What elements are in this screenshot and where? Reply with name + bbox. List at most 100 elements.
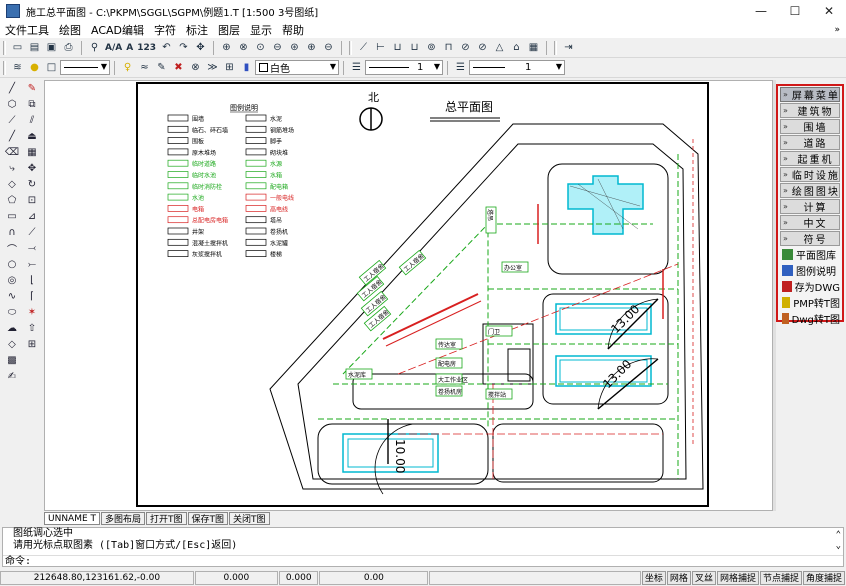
edit-note-icon[interactable]: ✍ bbox=[2, 368, 22, 384]
circle-icon[interactable]: ○ bbox=[2, 256, 22, 272]
menu-dimension[interactable]: 标注 bbox=[181, 22, 213, 38]
ellipse-icon[interactable]: ⬭ bbox=[2, 304, 22, 320]
coord-toggle-button[interactable]: 坐标 bbox=[641, 570, 666, 585]
tab-open[interactable]: 打开T图 bbox=[146, 512, 187, 525]
text-style-icon[interactable]: A/A bbox=[104, 40, 123, 55]
zoom-in-icon[interactable]: ⊕ bbox=[304, 40, 319, 55]
brush-icon[interactable]: ✎ bbox=[154, 60, 169, 75]
grid-icon[interactable]: ▦ bbox=[526, 40, 541, 55]
scale-icon[interactable]: ⊡ bbox=[22, 192, 42, 208]
bulb-icon[interactable]: ♀ bbox=[120, 60, 135, 75]
menu-display[interactable]: 显示 bbox=[245, 22, 277, 38]
triangle-icon[interactable]: △ bbox=[492, 40, 507, 55]
screen-menu-item[interactable]: 存为DWG bbox=[780, 279, 840, 294]
layer-state-icon[interactable]: ≈ bbox=[137, 60, 152, 75]
screen-menu-button[interactable]: » 中文 bbox=[780, 215, 840, 230]
zoom-window-icon[interactable]: ⊕ bbox=[219, 40, 234, 55]
zoom-previous-icon[interactable]: ⊖ bbox=[270, 40, 285, 55]
text-icon[interactable]: A bbox=[125, 40, 134, 55]
drawing-sheet[interactable]: 北 总平面图 图例说明 围墙 临石、碎石墙 围板 原木堆场 临时道路 临时水池 临时消防栓水… bbox=[136, 82, 709, 507]
break-icon[interactable]: ⤙ bbox=[22, 240, 42, 256]
screen-menu-button[interactable]: » 临时设施 bbox=[780, 167, 840, 182]
screen-menu-button[interactable]: » 绘图图块 bbox=[780, 183, 840, 198]
trim-icon[interactable]: ⊿ bbox=[22, 208, 42, 224]
tab-multi-layout[interactable]: 多图布局 bbox=[101, 512, 146, 525]
offset-icon[interactable]: ⇧ bbox=[22, 320, 42, 336]
linetype-icon[interactable]: ☰ bbox=[349, 60, 364, 75]
extend-icon[interactable]: ⟋ bbox=[22, 224, 42, 240]
screen-menu-item[interactable]: PMP转T图 bbox=[780, 295, 840, 310]
erase-icon[interactable]: ⌫ bbox=[2, 144, 22, 160]
grid-snap-button[interactable]: 网格捕捉 bbox=[716, 570, 759, 585]
rectangle-icon[interactable]: ▭ bbox=[2, 208, 22, 224]
array-icon[interactable]: ▦ bbox=[22, 144, 42, 160]
menu-text[interactable]: 字符 bbox=[149, 22, 181, 38]
menu-acad-edit[interactable]: ACAD编辑 bbox=[86, 22, 149, 38]
screen-menu-item[interactable]: Dwg转T图 bbox=[780, 311, 840, 326]
node-snap-button[interactable]: 节点捕捉 bbox=[759, 570, 802, 585]
polygon-icon[interactable]: ⬡ bbox=[2, 96, 22, 112]
hatch-icon[interactable]: ▩ bbox=[2, 352, 22, 368]
tab-close[interactable]: 关闭T图 bbox=[229, 512, 270, 525]
layer-manager-icon[interactable]: ≋ bbox=[10, 60, 25, 75]
color-palette-icon[interactable]: ▮ bbox=[239, 60, 254, 75]
lineweight-select[interactable]: 1 ▼ bbox=[469, 60, 565, 75]
house-icon[interactable]: ⌂ bbox=[509, 40, 524, 55]
screen-menu-item[interactable]: 图例说明 bbox=[780, 263, 840, 278]
layer-delete-icon[interactable]: ✖ bbox=[171, 60, 186, 75]
arc-line-icon[interactable]: ╱ bbox=[2, 128, 22, 144]
layer-merge-icon[interactable]: ≫ bbox=[205, 60, 220, 75]
angle-snap-button[interactable]: 角度捕捉 bbox=[802, 570, 845, 585]
menu-help[interactable]: 帮助 bbox=[277, 22, 309, 38]
chamfer-icon[interactable]: ⌊ bbox=[22, 272, 42, 288]
screen-menu-button[interactable]: » 计算 bbox=[780, 199, 840, 214]
number-icon[interactable]: 123 bbox=[136, 40, 157, 55]
print-icon[interactable]: ⎙ bbox=[61, 40, 76, 55]
dim-linear-icon[interactable]: ⊢ bbox=[373, 40, 388, 55]
redo-icon[interactable]: ↷ bbox=[176, 40, 191, 55]
zoom-out-icon[interactable]: ⊖ bbox=[321, 40, 336, 55]
toolbar-grip[interactable] bbox=[553, 40, 557, 55]
linetype-select[interactable]: 1 ▼ bbox=[365, 60, 443, 75]
point-icon[interactable]: ◇ bbox=[2, 336, 22, 352]
polyline-icon[interactable]: ⟋ bbox=[2, 112, 22, 128]
screen-menu-button[interactable]: » 起重机 bbox=[780, 151, 840, 166]
divide-icon[interactable]: ⤚ bbox=[22, 256, 42, 272]
fillet-icon[interactable]: ⌈ bbox=[22, 288, 42, 304]
undo-icon[interactable]: ↶ bbox=[159, 40, 174, 55]
exit-icon[interactable]: ⇥ bbox=[561, 40, 576, 55]
lineweight-icon[interactable]: ☰ bbox=[453, 60, 468, 75]
no-entry-icon[interactable]: ⊘ bbox=[475, 40, 490, 55]
dim-angle-icon[interactable]: ⊓ bbox=[441, 40, 456, 55]
cloud-icon[interactable]: ☁ bbox=[2, 320, 22, 336]
crosshair-toggle-button[interactable]: 叉丝 bbox=[691, 570, 716, 585]
close-button[interactable]: ✕ bbox=[812, 0, 846, 22]
open-folder-icon[interactable]: ▤ bbox=[27, 40, 42, 55]
screen-menu-item[interactable]: 平面图库 bbox=[780, 247, 840, 262]
tab-unname[interactable]: UNNAME T bbox=[44, 512, 101, 525]
line-style-select[interactable]: ▼ bbox=[60, 60, 110, 75]
save-icon[interactable]: ▣ bbox=[44, 40, 59, 55]
mirror-icon[interactable]: ⫽ bbox=[22, 112, 42, 128]
tab-save[interactable]: 保存T图 bbox=[187, 512, 229, 525]
stretch-icon[interactable]: ⏏ bbox=[22, 128, 42, 144]
screen-menu-header[interactable]: » 屏幕菜单 bbox=[780, 87, 840, 102]
diamond-icon[interactable]: ◇ bbox=[2, 176, 22, 192]
new-file-icon[interactable]: ▭ bbox=[10, 40, 25, 55]
find-icon[interactable]: ⚲ bbox=[87, 40, 102, 55]
toolbar-grip[interactable] bbox=[3, 40, 6, 55]
menu-file-tools[interactable]: 文件工具 bbox=[0, 22, 54, 38]
screen-menu-button[interactable]: » 符号 bbox=[780, 231, 840, 246]
arc-icon[interactable]: ⤷ bbox=[2, 160, 22, 176]
toolbar-grip[interactable] bbox=[3, 60, 6, 75]
pan-icon[interactable]: ✥ bbox=[193, 40, 208, 55]
menu-layer[interactable]: 图层 bbox=[213, 22, 245, 38]
minimize-button[interactable]: — bbox=[744, 0, 778, 22]
command-scrollbar[interactable]: ⌃ ⌄ bbox=[836, 530, 841, 552]
rotate-icon[interactable]: ↻ bbox=[22, 176, 42, 192]
spline-icon[interactable]: ∩ bbox=[2, 224, 22, 240]
pentagon-icon[interactable]: ⬠ bbox=[2, 192, 22, 208]
layer-off-icon[interactable]: ⊗ bbox=[188, 60, 203, 75]
curve-icon[interactable]: ⌒ bbox=[2, 240, 22, 256]
donut-icon[interactable]: ◎ bbox=[2, 272, 22, 288]
